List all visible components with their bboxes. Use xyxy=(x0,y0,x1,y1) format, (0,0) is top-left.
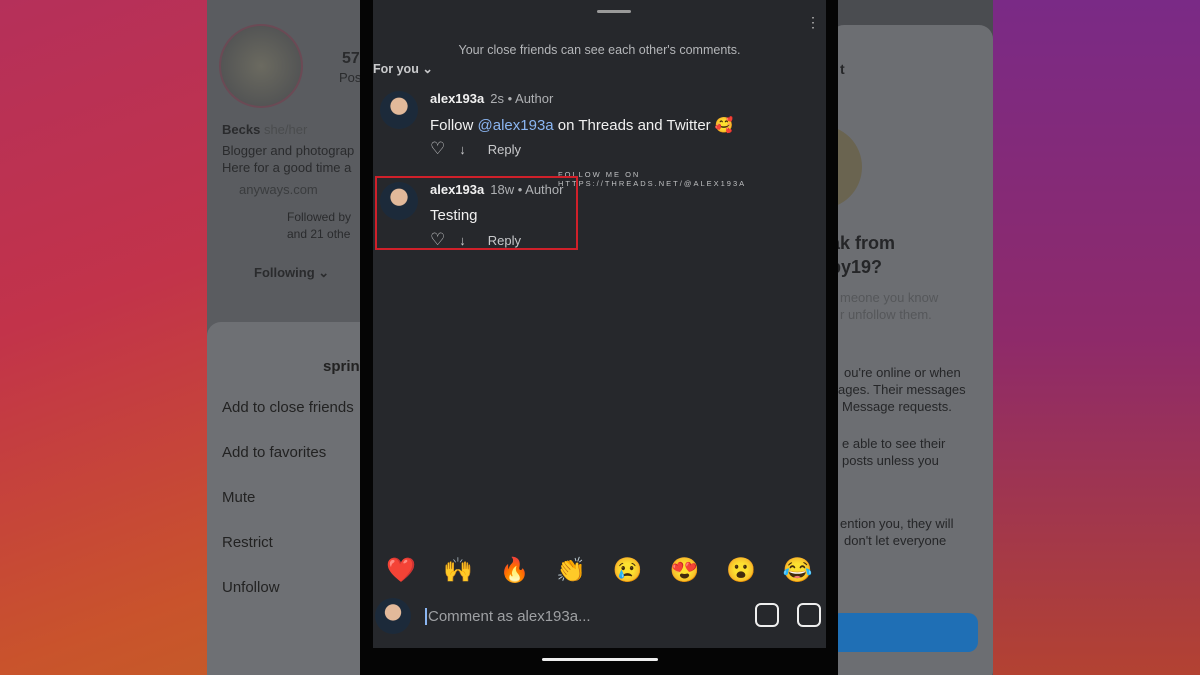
author-badge: Author xyxy=(515,91,554,106)
profile-name: Becks she/her xyxy=(222,122,308,137)
username[interactable]: alex193a xyxy=(430,91,484,106)
filter-label: For you xyxy=(373,62,419,76)
sort-filter-dropdown[interactable]: For you ⌄ xyxy=(373,61,433,76)
avatar xyxy=(375,598,411,634)
following-button[interactable]: Following ⌄ xyxy=(254,265,329,281)
sheet-title: sprin xyxy=(323,358,360,375)
card-text: ages. Their messages xyxy=(838,382,966,397)
menu-item-mute[interactable]: Mute xyxy=(222,489,255,506)
reaction-raised-hands[interactable]: 🙌 xyxy=(443,556,473,585)
phone-frame: ⋮ Your close friends can see each other'… xyxy=(360,0,838,675)
restrict-panel: t ak from by19? meone you know r unfollo… xyxy=(830,0,993,675)
gallery-icon[interactable] xyxy=(797,603,821,627)
card-text: ention you, they will xyxy=(840,516,954,531)
more-options-icon[interactable]: ⋮ xyxy=(806,14,820,31)
drag-handle[interactable] xyxy=(597,10,631,13)
card-text: ou're online or when xyxy=(844,365,961,380)
reaction-clap[interactable]: 👏 xyxy=(556,556,586,585)
comment-input[interactable]: Comment as alex193a... xyxy=(425,608,591,625)
reaction-heart[interactable]: ❤️ xyxy=(386,556,416,585)
downvote-icon[interactable]: ↓ xyxy=(459,142,466,157)
reply-button[interactable]: Reply xyxy=(488,142,521,157)
posts-count: 57 xyxy=(342,50,360,67)
avatar[interactable] xyxy=(380,91,418,129)
reaction-cry[interactable]: 😢 xyxy=(613,556,643,585)
reaction-bar: ❤️ 🙌 🔥 👏 😢 😍 😮 😂 xyxy=(373,556,826,585)
card-text: don't let everyone xyxy=(844,533,947,548)
restrict-card: t ak from by19? meone you know r unfollo… xyxy=(830,25,993,675)
chevron-down-icon: ⌄ xyxy=(422,62,433,76)
profile-panel: 57 Pos Becks she/her Blogger and photogr… xyxy=(207,0,367,675)
menu-item-restrict[interactable]: Restrict xyxy=(222,534,273,551)
timestamp: 2s xyxy=(490,91,504,106)
background xyxy=(980,0,1200,675)
reaction-heart-eyes[interactable]: 😍 xyxy=(669,556,699,585)
comment-header: alex193a 2s • Author xyxy=(430,91,554,106)
comments-sheet: ⋮ Your close friends can see each other'… xyxy=(373,0,826,648)
comment: alex193a 2s • Author Follow @alex193a on … xyxy=(377,91,817,161)
mention-link[interactable]: @alex193a xyxy=(478,117,554,134)
card-heading: ak from xyxy=(830,233,896,253)
followed-by: Followed by xyxy=(287,210,352,224)
card-sub: r unfollow them. xyxy=(840,307,932,322)
bio-line: Here for a good time a xyxy=(222,160,352,175)
restrict-button[interactable] xyxy=(830,613,978,652)
card-text: posts unless you xyxy=(842,453,939,468)
menu-item-favorites[interactable]: Add to favorites xyxy=(222,444,326,461)
reaction-fire[interactable]: 🔥 xyxy=(500,556,530,585)
menu-item-close-friends[interactable]: Add to close friends xyxy=(222,399,354,416)
heart-icon[interactable]: ♡ xyxy=(430,139,445,159)
card-text: Message requests. xyxy=(842,399,952,414)
comment-text: Follow @alex193a on Threads and Twitter … xyxy=(430,117,734,134)
profile-link[interactable]: anyways.com xyxy=(239,182,318,197)
card-sub: meone you know xyxy=(840,290,939,305)
bio-line: Blogger and photograp xyxy=(222,143,355,158)
menu-item-unfollow[interactable]: Unfollow xyxy=(222,579,280,596)
profile-avatar xyxy=(219,24,303,108)
followed-by: and 21 othe xyxy=(287,227,351,241)
profile-action-sheet: sprin Add to close friends Add to favori… xyxy=(207,322,367,675)
close-friends-notice: Your close friends can see each other's … xyxy=(458,43,741,57)
reaction-surprised[interactable]: 😮 xyxy=(726,556,756,585)
card-text: e able to see their xyxy=(842,436,946,451)
sticker-icon[interactable] xyxy=(755,603,779,627)
posts-label: Pos xyxy=(339,70,362,85)
home-indicator[interactable] xyxy=(542,658,658,661)
highlight-box xyxy=(375,176,578,250)
card-title: t xyxy=(840,61,845,77)
reaction-laugh[interactable]: 😂 xyxy=(783,556,813,585)
comment-composer: Comment as alex193a... xyxy=(373,598,826,638)
